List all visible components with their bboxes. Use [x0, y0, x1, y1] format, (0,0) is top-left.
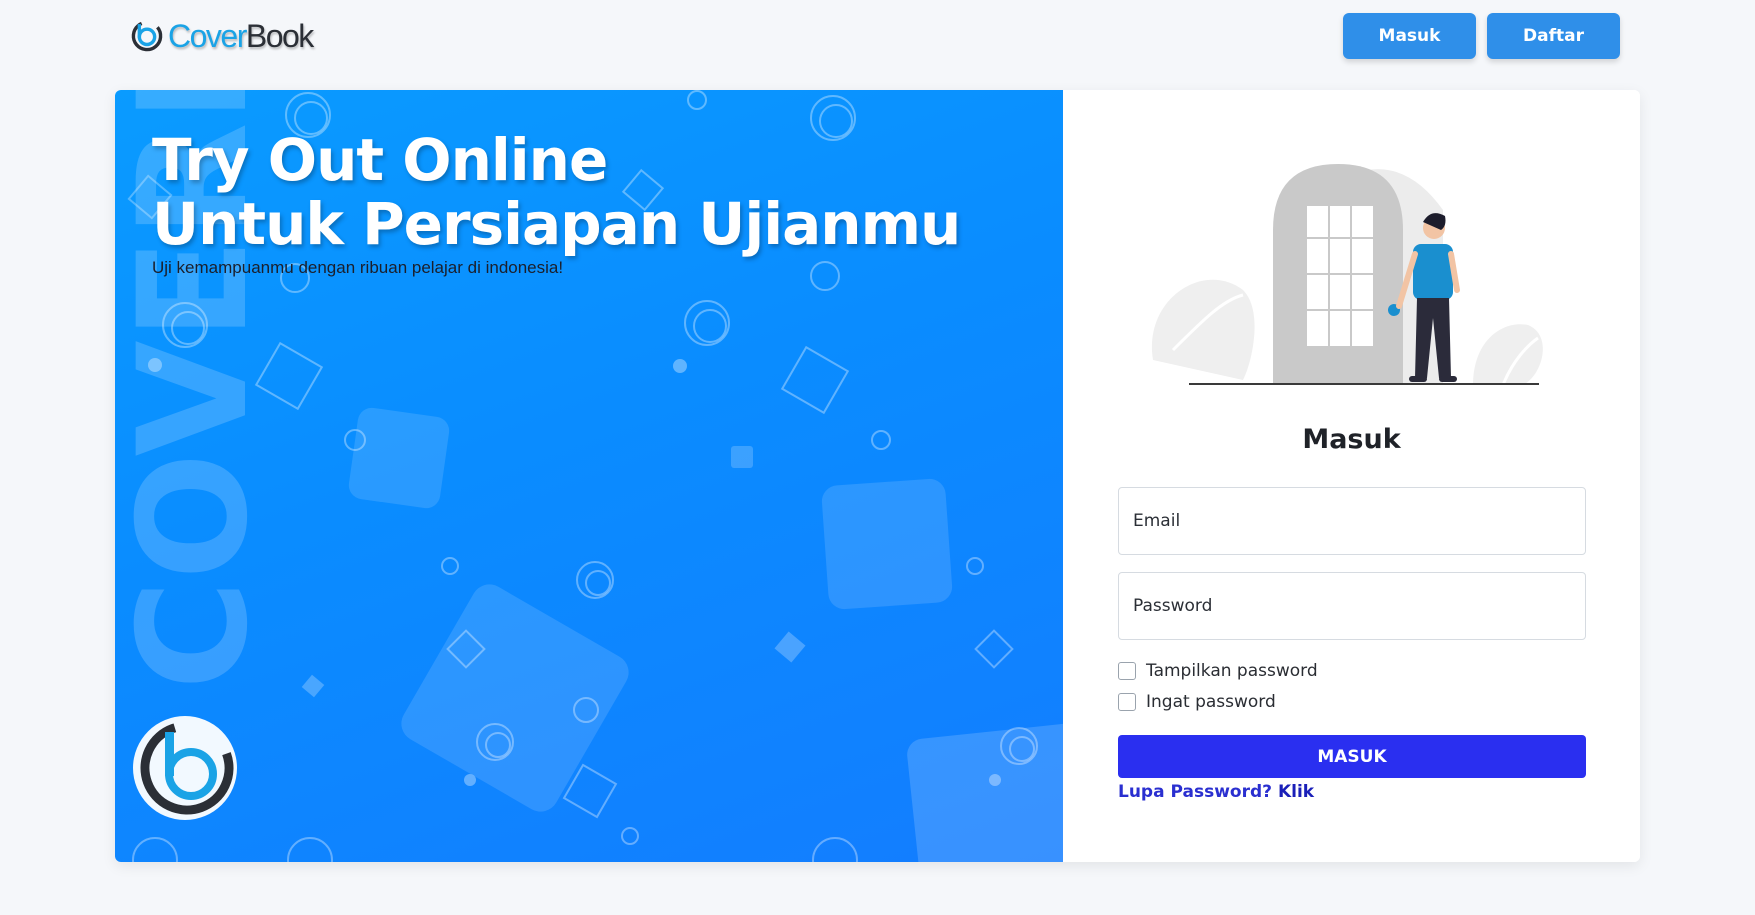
coverbook-badge-icon — [133, 716, 237, 820]
hero-title-line-2: Untuk Persiapan Ujianmu — [152, 190, 961, 258]
coverbook-logo[interactable]: CoverBook — [130, 14, 314, 58]
nav-login-button[interactable]: Masuk — [1343, 13, 1476, 59]
nav-register-button[interactable]: Daftar — [1487, 13, 1620, 59]
door-illustration — [1151, 164, 1543, 386]
show-password-checkbox[interactable] — [1118, 662, 1136, 680]
hero-subtitle: Uji kemampuanmu dengan ribuan pelajar di… — [152, 258, 564, 277]
password-field[interactable] — [1118, 572, 1586, 640]
remember-password-label: Ingat password — [1146, 692, 1276, 712]
hero-title: Try Out Online Untuk Persiapan Ujianmu — [152, 126, 961, 258]
login-submit-button[interactable]: MASUK — [1118, 735, 1586, 778]
forgot-password-text: Lupa Password? — [1118, 782, 1273, 802]
login-card: COVERB Try Out Online Untuk Persiapan Uj… — [115, 90, 1640, 862]
logo-text: CoverBook — [168, 17, 314, 55]
forgot-password: Lupa Password? Klik — [1118, 782, 1314, 802]
logo-text-cover: Cover — [168, 17, 247, 54]
show-password-label: Tampilkan password — [1146, 661, 1318, 681]
login-title: Masuk — [1302, 424, 1401, 455]
email-field[interactable] — [1118, 487, 1586, 555]
hero-title-line-1: Try Out Online — [152, 126, 608, 194]
show-password-option[interactable]: Tampilkan password — [1118, 661, 1318, 681]
coverbook-logo-icon — [131, 20, 163, 52]
forgot-password-link[interactable]: Klik — [1278, 782, 1314, 802]
remember-password-checkbox[interactable] — [1118, 693, 1136, 711]
logo-text-book: Book — [245, 17, 314, 54]
login-panel: Masuk Tampilkan password Ingat password … — [1063, 90, 1640, 862]
remember-password-option[interactable]: Ingat password — [1118, 692, 1276, 712]
hero-banner: COVERB Try Out Online Untuk Persiapan Uj… — [115, 90, 1063, 862]
top-navbar: CoverBook Masuk Daftar — [0, 0, 1755, 80]
